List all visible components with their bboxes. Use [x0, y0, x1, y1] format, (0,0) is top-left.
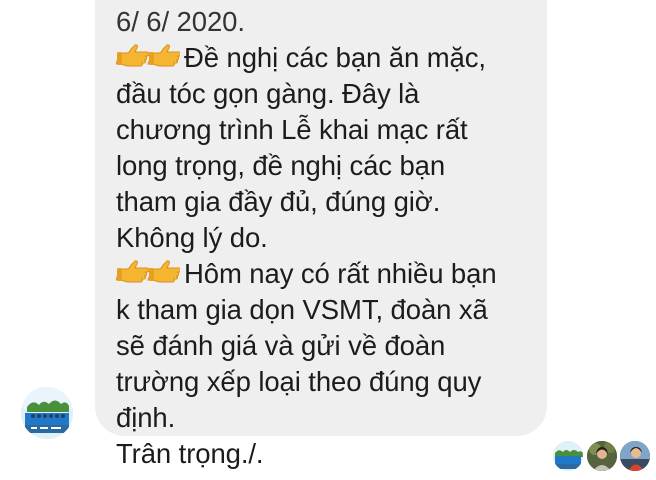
person-photo-avatar-icon — [587, 441, 617, 471]
message-line: sẽ đánh giá và gửi về đoàn — [116, 330, 446, 361]
group-photo-avatar-icon — [553, 441, 583, 471]
person-photo-avatar-icon — [620, 441, 650, 471]
pointing-right-emoji-icon — [116, 43, 180, 80]
message-line: chương trình Lễ khai mạc rất — [116, 114, 468, 145]
pointing-right-emoji-icon — [116, 259, 180, 296]
seen-by-avatar[interactable] — [620, 441, 650, 471]
message-line: đầu tóc gọn gàng. Đây là — [116, 78, 420, 109]
group-photo-avatar-icon — [21, 387, 73, 439]
message-line: 6/ 6/ 2020. — [116, 6, 245, 37]
message-line: tham gia đầy đủ, đúng giờ. — [116, 186, 441, 217]
message-bubble[interactable]: 6/ 6/ 2020. Đề nghị các bạn ăn mặc, đầu … — [95, 0, 547, 469]
seen-by-avatar[interactable] — [587, 441, 617, 471]
seen-by-avatar[interactable] — [553, 441, 583, 471]
sender-avatar[interactable] — [21, 387, 73, 439]
message-line: k tham gia dọn VSMT, đoàn xã — [116, 294, 488, 325]
message-line: Hôm nay có rất nhiều bạn — [116, 256, 527, 292]
message-line: long trọng, đề nghị các bạn — [116, 150, 446, 181]
message-line: Đề nghị các bạn ăn mặc, — [116, 40, 527, 76]
message-line: Không lý do. — [116, 222, 268, 253]
message-line: Trân trọng./. — [116, 438, 264, 469]
message-line: trường xếp loại theo đúng quy — [116, 366, 482, 397]
message-line: định. — [116, 402, 176, 433]
chat-area: 6/ 6/ 2020. Đề nghị các bạn ăn mặc, đầu … — [0, 0, 656, 480]
